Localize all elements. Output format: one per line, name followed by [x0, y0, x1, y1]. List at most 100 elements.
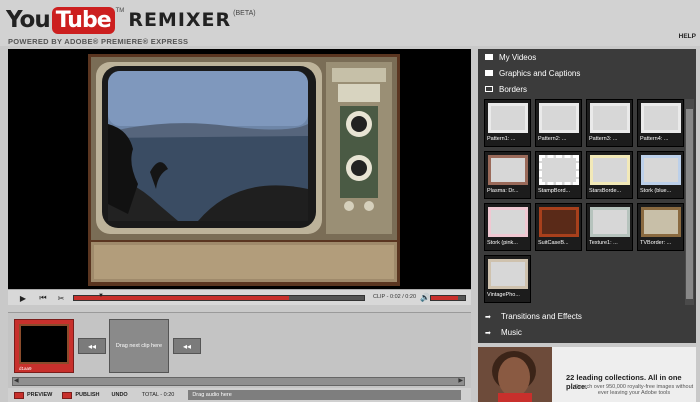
- border-thumbnail: [539, 155, 579, 185]
- transition-slot-button[interactable]: ◂◂: [78, 338, 106, 354]
- timeline-clip[interactable]: d1aa9: [14, 319, 74, 373]
- play-icon[interactable]: ▶: [16, 292, 30, 304]
- tv-border-video-frame: [88, 54, 400, 286]
- ad-photo-child: [478, 347, 552, 402]
- border-item[interactable]: StarsBorde...: [586, 151, 633, 199]
- border-item[interactable]: TVBorder: ...: [637, 203, 684, 251]
- section-label: Transitions and Effects: [501, 311, 582, 321]
- border-thumbnail: [488, 259, 528, 289]
- border-thumbnail: [590, 207, 630, 237]
- section-transitions-effects[interactable]: ➡ Transitions and Effects: [478, 308, 696, 324]
- border-thumbnail: [539, 103, 579, 133]
- border-label: TVBorder: ...: [640, 240, 672, 246]
- border-item[interactable]: Pattern1: ...: [484, 99, 531, 147]
- scroll-right-icon[interactable]: ▶: [458, 378, 463, 385]
- folder-icon: [485, 86, 493, 92]
- category-label: My Videos: [499, 52, 537, 62]
- border-label: SuitCaseB...: [538, 240, 569, 246]
- border-label: Plasma: Dr...: [487, 188, 519, 194]
- border-thumbnail: [488, 103, 528, 133]
- border-item[interactable]: SuitCaseB...: [535, 203, 582, 251]
- volume-fill: [431, 296, 459, 300]
- borders-grid: Pattern1: ... Pattern2: ... Pattern3: ..…: [482, 99, 684, 305]
- border-label: Stork (pink...: [487, 240, 518, 246]
- scrubber-progress-fill: [74, 296, 289, 300]
- logo-tube-text: Tube: [51, 6, 115, 34]
- bottom-toolbar: PREVIEW PUBLISH UNDO TOTAL - 0:20 Drag a…: [8, 388, 471, 402]
- volume-icon[interactable]: 🔊: [420, 293, 430, 302]
- section-label: Music: [501, 327, 522, 337]
- arrow-icon: ➡: [485, 330, 491, 337]
- border-item[interactable]: Stork (pink...: [484, 203, 531, 251]
- category-my-videos[interactable]: My Videos: [478, 49, 696, 65]
- publish-button[interactable]: PUBLISH: [62, 391, 100, 399]
- powered-by-label: POWERED BY ADOBE® PREMIERE® EXPRESS: [8, 37, 189, 46]
- border-thumbnail: [488, 155, 528, 185]
- youtube-remixer-logo: You Tube TM REMIXER (BETA): [6, 4, 256, 36]
- asset-library-panel: My Videos Graphics and Captions Borders …: [478, 49, 696, 343]
- border-thumbnail: [641, 207, 681, 237]
- app-header: You Tube TM REMIXER (BETA) POWERED BY AD…: [0, 0, 700, 46]
- storyboard-timeline: d1aa9 ◂◂ Drag next clip here ◂◂ ◀ ▶: [8, 312, 471, 388]
- border-thumbnail: [539, 207, 579, 237]
- total-duration: TOTAL - 0:20: [141, 392, 175, 398]
- drag-next-clip-dropzone[interactable]: Drag next clip here: [109, 319, 169, 373]
- border-thumbnail: [590, 103, 630, 133]
- logo-you-text: You: [6, 7, 51, 33]
- section-music[interactable]: ➡ Music: [478, 324, 696, 340]
- clip-thumbnail: [19, 324, 69, 364]
- border-thumbnail: [641, 155, 681, 185]
- border-thumbnail: [641, 103, 681, 133]
- clip-time-readout: CLIP - 0:02 / 0:20: [373, 294, 417, 300]
- publish-label: PUBLISH: [75, 392, 100, 398]
- border-label: Pattern1: ...: [487, 136, 516, 142]
- border-item[interactable]: Pattern3: ...: [586, 99, 633, 147]
- video-icon: [485, 54, 493, 60]
- playhead-scrubber[interactable]: ▼: [73, 293, 365, 301]
- video-preview-stage: [8, 49, 471, 289]
- border-thumbnail: [488, 207, 528, 237]
- border-item[interactable]: Texture1: ...: [586, 203, 633, 251]
- advertisement-banner[interactable]: 22 leading collections. All in one place…: [478, 347, 696, 402]
- drag-audio-dropzone[interactable]: Drag audio here: [188, 390, 462, 400]
- panel-scroll-thumb[interactable]: [686, 109, 693, 299]
- panel-scrollbar[interactable]: [685, 99, 694, 305]
- playhead-marker-icon[interactable]: ▼: [98, 293, 104, 299]
- border-item[interactable]: Pattern2: ...: [535, 99, 582, 147]
- scroll-left-icon[interactable]: ◀: [14, 378, 19, 385]
- arrow-icon: ➡: [485, 314, 491, 321]
- playback-controls: ▶ ⏮ ✂ ▼ CLIP - 0:02 / 0:20 🔊: [8, 289, 471, 305]
- transition-slot-button[interactable]: ◂◂: [173, 338, 201, 354]
- category-borders[interactable]: Borders: [478, 81, 696, 97]
- border-label: Pattern3: ...: [589, 136, 618, 142]
- border-item[interactable]: StampBord...: [535, 151, 582, 199]
- scissors-icon[interactable]: ✂: [54, 292, 68, 304]
- border-label: VintagePho...: [487, 292, 520, 298]
- border-label: Texture1: ...: [589, 240, 618, 246]
- border-item[interactable]: Stork (blue...: [637, 151, 684, 199]
- ad-body-text: Search over 950,000 royalty-free images …: [574, 384, 694, 396]
- undo-button[interactable]: UNDO: [112, 392, 128, 398]
- logo-tm-mark: TM: [115, 8, 125, 14]
- border-thumbnail: [590, 155, 630, 185]
- timeline-scrollbar[interactable]: ◀ ▶: [12, 377, 465, 386]
- category-graphics-captions[interactable]: Graphics and Captions: [478, 65, 696, 81]
- logo-remixer-text: REMIXER: [128, 9, 232, 31]
- preview-icon: [14, 391, 24, 399]
- border-item[interactable]: VintagePho...: [484, 255, 531, 303]
- category-label: Graphics and Captions: [499, 68, 581, 78]
- border-label: StarsBorde...: [589, 188, 622, 194]
- clip-label: d1aa9: [19, 366, 32, 371]
- help-link[interactable]: HELP: [679, 33, 696, 40]
- border-item[interactable]: Plasma: Dr...: [484, 151, 531, 199]
- graphics-icon: [485, 70, 493, 76]
- border-label: Pattern2: ...: [538, 136, 567, 142]
- border-label: Stork (blue...: [640, 188, 672, 194]
- preview-button[interactable]: PREVIEW: [14, 391, 53, 399]
- logo-beta-label: (BETA): [233, 10, 256, 17]
- category-label: Borders: [499, 84, 528, 94]
- volume-slider[interactable]: [430, 295, 466, 301]
- preview-label: PREVIEW: [27, 392, 53, 398]
- border-item[interactable]: Pattern4: ...: [637, 99, 684, 147]
- step-back-icon[interactable]: ⏮: [36, 292, 50, 304]
